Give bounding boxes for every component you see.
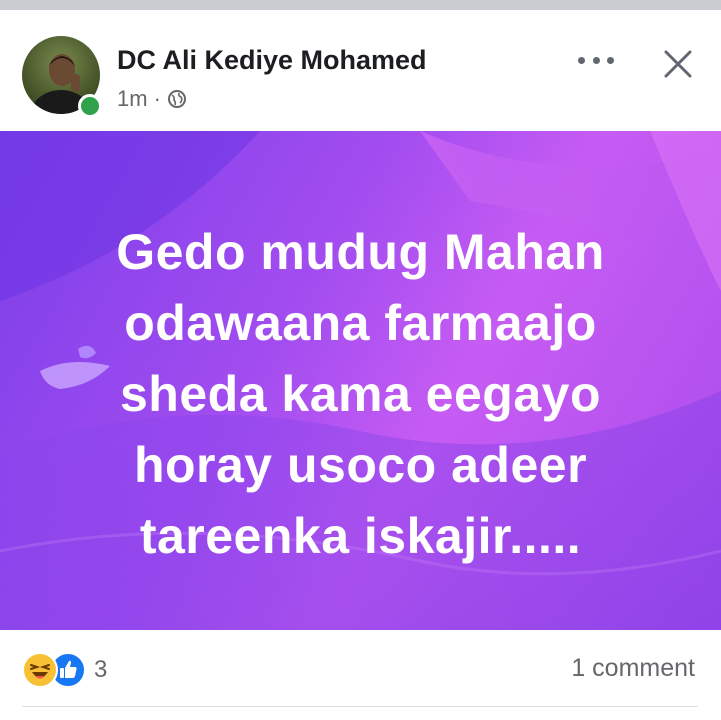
online-status-dot	[78, 94, 102, 118]
more-dot	[607, 56, 614, 64]
globe-icon[interactable]	[167, 89, 187, 109]
author-name[interactable]: DC Ali Kediye Mohamed	[117, 45, 427, 76]
post-line: odawaana farmaajo	[124, 295, 597, 351]
post-line: horay usoco adeer	[133, 437, 588, 493]
post-meta: 1m ·	[117, 86, 187, 112]
reaction-count: 3	[94, 656, 108, 683]
post-line: sheda kama eegayo	[120, 366, 601, 422]
more-options-icon[interactable]	[578, 48, 614, 72]
top-separator	[0, 0, 721, 10]
post-line: Gedo mudug Mahan	[116, 224, 605, 280]
post-time[interactable]: 1m	[117, 86, 148, 112]
haha-reaction-icon	[22, 652, 58, 688]
post-background: Gedo mudug Mahan odawaana farmaajo sheda…	[0, 131, 721, 630]
close-icon[interactable]	[662, 48, 694, 80]
more-dot	[578, 56, 585, 64]
footer-divider	[22, 706, 698, 707]
post-footer: 3 1 comment	[0, 630, 721, 720]
post-text: Gedo mudug Mahan odawaana farmaajo sheda…	[0, 217, 721, 572]
post-line: tareenka iskajir.....	[139, 508, 582, 564]
post-header: DC Ali Kediye Mohamed 1m ·	[0, 10, 721, 131]
comment-count-link[interactable]: 1 comment	[571, 654, 695, 683]
meta-separator: ·	[153, 86, 161, 111]
reaction-summary[interactable]: 3	[22, 652, 107, 688]
more-dot	[592, 56, 600, 64]
author-avatar[interactable]	[22, 36, 102, 118]
